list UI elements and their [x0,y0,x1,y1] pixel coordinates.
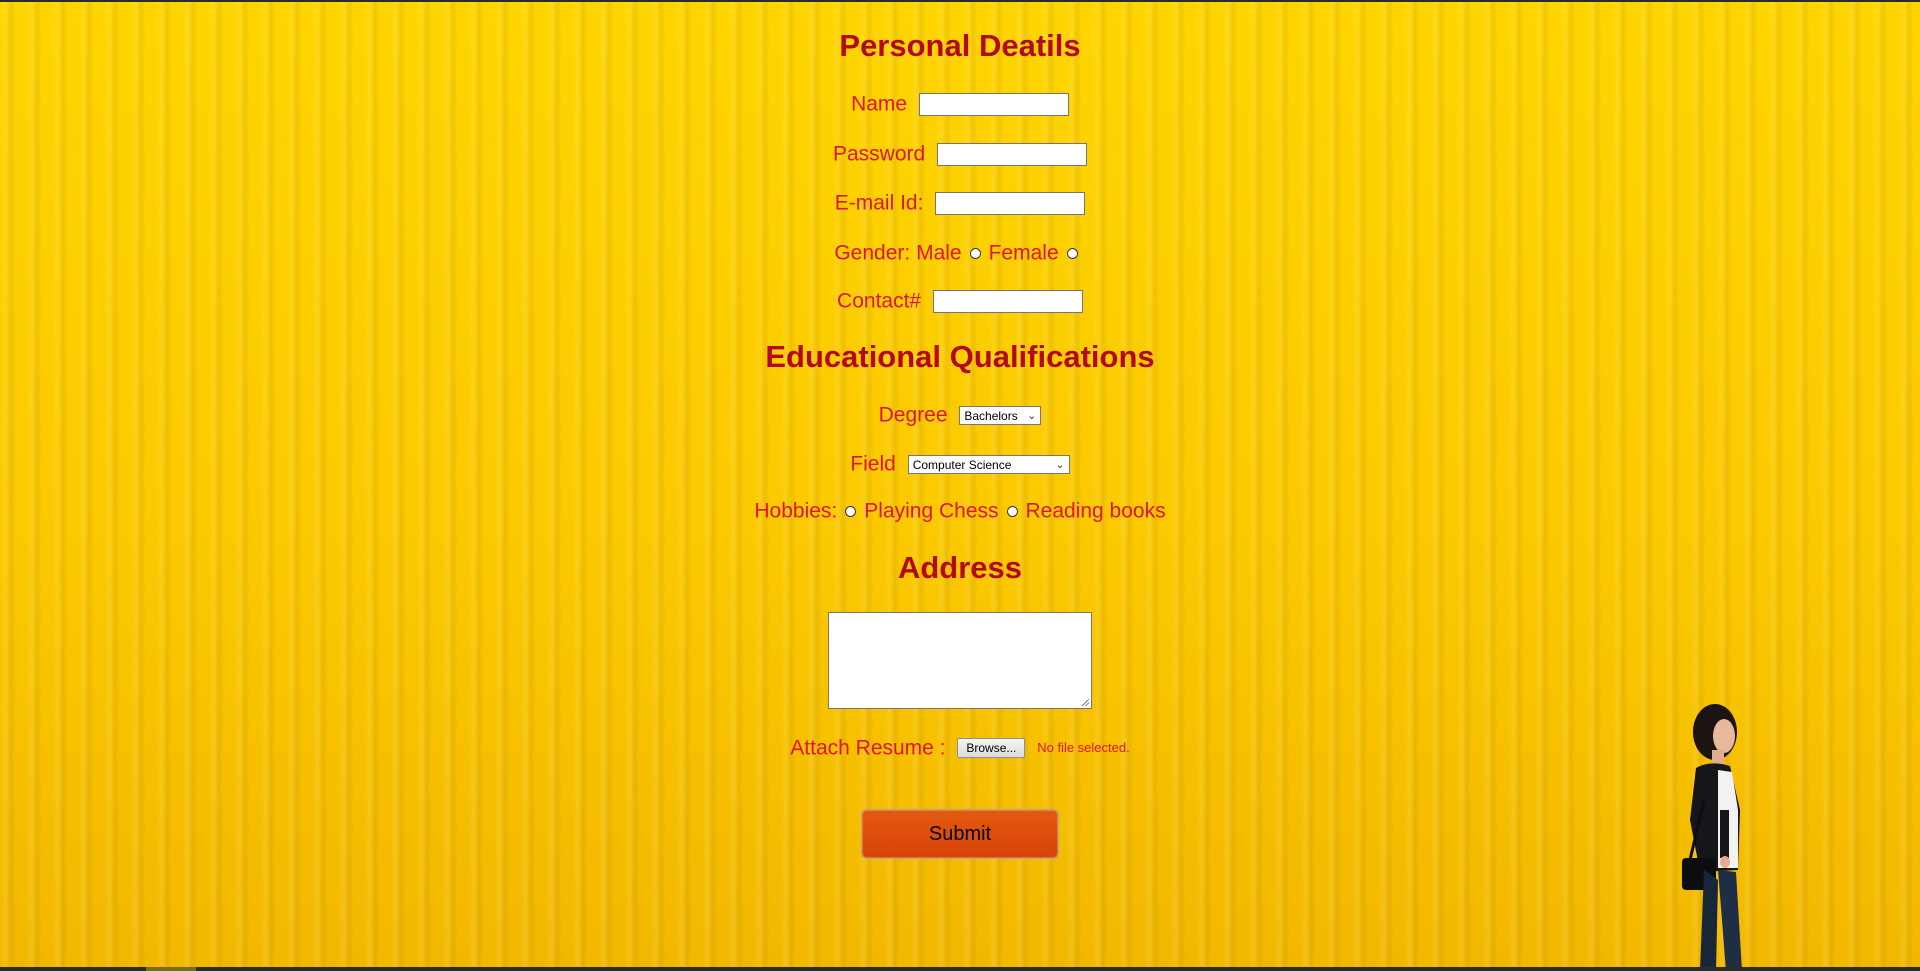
field-select[interactable]: Computer Science ⌄ [907,454,1070,474]
email-row: E-mail Id: [0,190,1920,216]
gender-male-radio[interactable] [969,247,981,259]
password-input[interactable] [937,142,1088,166]
address-textarea[interactable] [828,612,1092,709]
submit-button[interactable]: Submit [861,809,1059,859]
password-row: Password [0,141,1920,167]
field-selected-value: Computer Science [912,457,1012,472]
hobby-chess-label: Playing Chess [864,499,999,523]
contact-label: Contact# [837,289,922,313]
personal-details-heading: Personal Deatils [839,28,1081,63]
hobby-reading-label: Reading books [1025,499,1166,523]
password-label: Password [832,142,926,166]
registration-form: Personal Deatils Name Password E-mail Id… [0,0,1920,971]
resume-label: Attach Resume : [790,736,946,760]
email-label: E-mail Id: [834,191,924,215]
field-label: Field [850,452,896,476]
hobbies-row: Hobbies: Playing Chess Reading books [0,498,1920,524]
degree-label: Degree [878,403,948,427]
resume-row: Attach Resume : Browse... No file select… [0,735,1920,761]
gender-row: Gender: Male Female [0,240,1920,266]
hobby-chess-radio[interactable] [845,505,857,517]
contact-row: Contact# [0,288,1920,314]
name-label: Name [851,92,908,116]
scroll-indicator [146,967,196,971]
gender-label: Gender: [834,241,911,265]
hobbies-label: Hobbies: [754,499,838,523]
degree-selected-value: Bachelors [964,408,1018,423]
degree-row: Degree Bachelors ⌄ [0,402,1920,428]
field-row: Field Computer Science ⌄ [0,451,1920,477]
chevron-down-icon: ⌄ [1055,458,1065,471]
bottom-border [0,967,1920,971]
name-input[interactable] [918,92,1069,116]
gender-male-label: Male [916,241,962,265]
gender-female-label: Female [988,241,1059,265]
address-heading: Address [897,550,1023,585]
name-row: Name [0,91,1920,117]
hobby-reading-radio[interactable] [1006,505,1018,517]
resize-grip-icon[interactable] [1082,699,1089,706]
email-input[interactable] [935,191,1086,215]
browse-button[interactable]: Browse... [957,738,1026,759]
educational-qualifications-heading: Educational Qualifications [765,339,1155,374]
file-status: No file selected. [1037,740,1130,756]
contact-input[interactable] [932,289,1083,313]
person-walking-image [1682,704,1742,971]
degree-select[interactable]: Bachelors ⌄ [959,405,1042,425]
gender-female-radio[interactable] [1066,247,1078,259]
chevron-down-icon: ⌄ [1027,409,1037,422]
